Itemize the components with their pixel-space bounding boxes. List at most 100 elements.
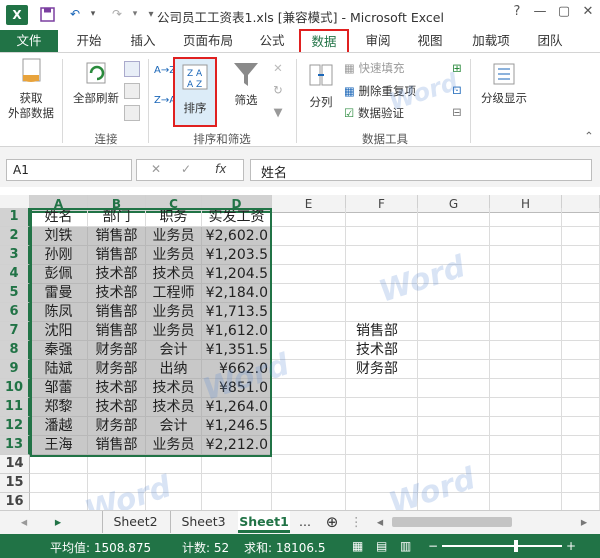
refresh-all-button[interactable]: 全部刷新 [68, 59, 124, 109]
cell-empty[interactable] [202, 474, 272, 493]
cell-empty[interactable] [562, 322, 600, 341]
cell-d1[interactable]: 实发工资 [202, 208, 272, 227]
cell-empty[interactable] [418, 360, 490, 379]
row-header-13[interactable]: 13 [0, 436, 30, 455]
row-header-2[interactable]: 2 [0, 227, 30, 246]
cell-empty[interactable] [418, 265, 490, 284]
connections-icon[interactable] [124, 61, 140, 77]
page-layout-view-icon[interactable]: ▤ [376, 539, 387, 553]
cell-f7[interactable]: 销售部 [346, 322, 418, 341]
cell-empty[interactable] [490, 265, 562, 284]
cell-empty[interactable] [346, 208, 418, 227]
cell-empty[interactable] [490, 341, 562, 360]
cell-d5[interactable]: ¥2,184.0 [202, 284, 272, 303]
redo-icon[interactable]: ↷ [108, 5, 126, 23]
tab-addins[interactable]: 加载项 [462, 30, 520, 52]
cell-d3[interactable]: ¥1,203.5 [202, 246, 272, 265]
close-icon[interactable]: ✕ [576, 4, 600, 24]
cell-empty[interactable] [88, 474, 146, 493]
cell-a9[interactable]: 陆斌 [30, 360, 88, 379]
cell-d10[interactable]: ¥851.0 [202, 379, 272, 398]
tab-team[interactable]: 团队 [528, 30, 572, 52]
cell-empty[interactable] [346, 227, 418, 246]
edit-links-icon[interactable] [124, 105, 140, 121]
cell-empty[interactable] [418, 455, 490, 474]
row-header-10[interactable]: 10 [0, 379, 30, 398]
cell-b5[interactable]: 技术部 [88, 284, 146, 303]
cell-empty[interactable] [272, 265, 346, 284]
cell-d11[interactable]: ¥1,264.0 [202, 398, 272, 417]
row-header-5[interactable]: 5 [0, 284, 30, 303]
cell-a10[interactable]: 邹蕾 [30, 379, 88, 398]
cell-empty[interactable] [562, 398, 600, 417]
cell-c2[interactable]: 业务员 [146, 227, 202, 246]
cell-a11[interactable]: 郑黎 [30, 398, 88, 417]
row-header-8[interactable]: 8 [0, 341, 30, 360]
tab-page-layout[interactable]: 页面布局 [176, 30, 240, 52]
cell-a3[interactable]: 孙刚 [30, 246, 88, 265]
cell-a2[interactable]: 刘铁 [30, 227, 88, 246]
cell-empty[interactable] [562, 246, 600, 265]
cell-empty[interactable] [490, 246, 562, 265]
sort-button[interactable]: Z AA Z 排序 [173, 57, 217, 127]
cell-empty[interactable] [562, 208, 600, 227]
tab-file[interactable]: 文件 [0, 30, 58, 52]
cell-d12[interactable]: ¥1,246.5 [202, 417, 272, 436]
cell-b9[interactable]: 财务部 [88, 360, 146, 379]
cell-empty[interactable] [418, 341, 490, 360]
tab-review[interactable]: 审阅 [356, 30, 400, 52]
sheet-tab-2[interactable]: Sheet2 [102, 511, 168, 533]
cell-c5[interactable]: 工程师 [146, 284, 202, 303]
maximize-icon[interactable]: ▢ [552, 4, 576, 24]
cell-empty[interactable] [346, 246, 418, 265]
zoom-thumb[interactable] [514, 540, 518, 552]
cell-b7[interactable]: 销售部 [88, 322, 146, 341]
horizontal-scrollbar[interactable] [392, 517, 512, 527]
save-icon[interactable] [38, 5, 56, 23]
new-sheet-icon[interactable]: ⊕ [320, 511, 344, 533]
cell-c9[interactable]: 出纳 [146, 360, 202, 379]
cell-empty[interactable] [490, 284, 562, 303]
cell-empty[interactable] [418, 474, 490, 493]
cancel-icon[interactable]: ✕ [151, 162, 161, 176]
sort-desc-icon[interactable]: Z→A [154, 93, 176, 115]
cell-empty[interactable] [562, 474, 600, 493]
cell-empty[interactable] [346, 455, 418, 474]
insert-function-icon[interactable]: fx [215, 162, 226, 176]
cell-empty[interactable] [562, 284, 600, 303]
cell-empty[interactable] [562, 265, 600, 284]
hscroll-right-icon[interactable]: ▸ [574, 511, 594, 533]
cell-empty[interactable] [272, 341, 346, 360]
cell-empty[interactable] [490, 474, 562, 493]
cell-empty[interactable] [418, 208, 490, 227]
cell-empty[interactable] [490, 379, 562, 398]
row-header-7[interactable]: 7 [0, 322, 30, 341]
cell-empty[interactable] [418, 417, 490, 436]
cell-empty[interactable] [490, 360, 562, 379]
cell-a12[interactable]: 潘越 [30, 417, 88, 436]
cell-c4[interactable]: 技术员 [146, 265, 202, 284]
cell-a6[interactable]: 陈凤 [30, 303, 88, 322]
cell-d9[interactable]: ¥662.0 [202, 360, 272, 379]
cell-empty[interactable] [490, 303, 562, 322]
cell-empty[interactable] [562, 436, 600, 455]
data-validation-button[interactable]: ☑ 数据验证 [344, 106, 444, 124]
cell-d2[interactable]: ¥2,602.0 [202, 227, 272, 246]
cell-a7[interactable]: 沈阳 [30, 322, 88, 341]
consolidate-icon[interactable]: ⊞ [448, 61, 466, 79]
cell-b10[interactable]: 技术部 [88, 379, 146, 398]
tab-insert[interactable]: 插入 [120, 30, 166, 52]
cell-empty[interactable] [272, 474, 346, 493]
cell-a1[interactable]: 姓名 [30, 208, 88, 227]
sheet-tab-1[interactable]: Sheet1 [238, 511, 290, 533]
outline-button[interactable]: 分级显示 [474, 61, 534, 117]
properties-icon[interactable] [124, 83, 140, 99]
cell-empty[interactable] [562, 360, 600, 379]
row-header-1[interactable]: 1 [0, 208, 30, 227]
cell-empty[interactable] [418, 246, 490, 265]
cell-d7[interactable]: ¥1,612.0 [202, 322, 272, 341]
tab-home[interactable]: 开始 [66, 30, 112, 52]
name-box[interactable]: A1 [6, 159, 132, 181]
row-header-9[interactable]: 9 [0, 360, 30, 379]
cell-empty[interactable] [272, 436, 346, 455]
